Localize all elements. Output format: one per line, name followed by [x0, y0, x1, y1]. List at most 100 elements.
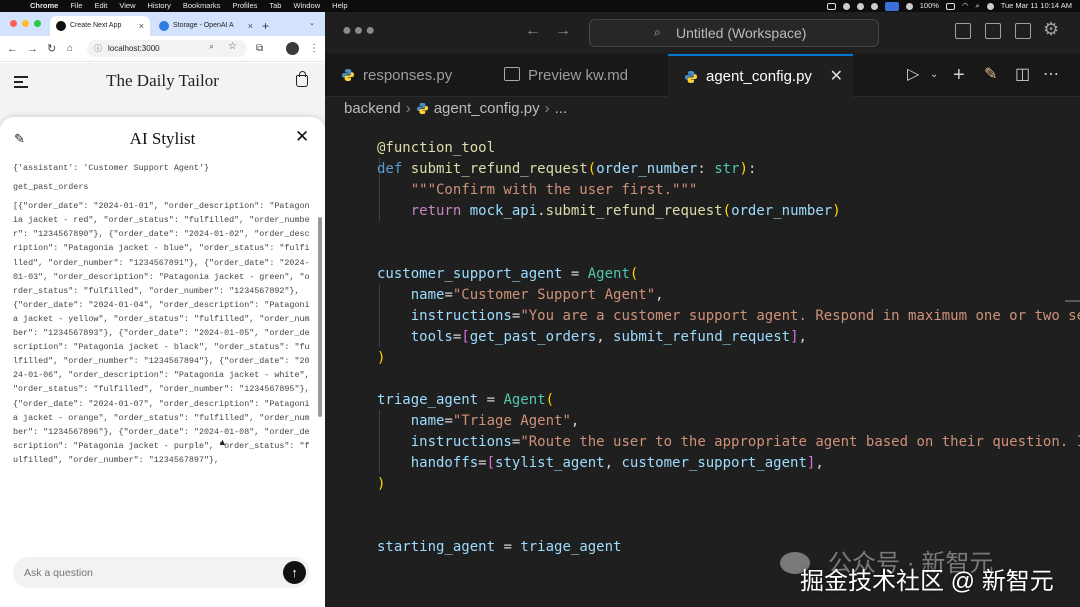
search-icon: ⌕ [654, 25, 661, 39]
status-icon[interactable] [842, 2, 850, 10]
tab-title: Create Next App [70, 22, 122, 29]
run-dropdown-chevron-icon[interactable]: ⌄ [930, 64, 938, 86]
python-file-icon [416, 102, 428, 115]
new-tab-button[interactable]: + [262, 17, 269, 35]
chat-message-tool-output: [{"order_date": "2024-01-01", "order_des… [13, 201, 315, 465]
bookmark-star-icon[interactable]: ☆ [228, 41, 237, 52]
status-icon[interactable] [826, 2, 836, 10]
vscode-window: ●●● ← → ⌕ Untitled (Workspace) ⚙ respons… [325, 12, 1080, 607]
reload-icon[interactable]: ↻ [47, 41, 56, 57]
highlight-pen-icon[interactable]: ✎ [984, 64, 997, 86]
tab-title: Storage - OpenAI A [173, 22, 234, 29]
chat-scrollbar[interactable] [318, 217, 322, 417]
new-chat-plus-icon[interactable]: + [953, 64, 965, 86]
menu-window[interactable]: Window [293, 0, 320, 12]
close-tab-icon[interactable]: × [139, 16, 144, 36]
minimize-window-button[interactable] [22, 20, 29, 27]
clock[interactable]: Tue Mar 11 10:14 AM [1001, 0, 1072, 12]
nextjs-favicon-icon [56, 21, 66, 31]
zoom-window-button[interactable] [34, 20, 41, 27]
toggle-panel-icon[interactable] [985, 23, 1001, 39]
run-python-file-icon[interactable]: ▷ [907, 64, 919, 86]
settings-gear-icon[interactable]: ⚙ [1043, 19, 1059, 40]
status-icon[interactable] [905, 2, 913, 10]
command-center[interactable]: ⌕ Untitled (Workspace) [589, 19, 879, 47]
browser-tab-create-next-app[interactable]: Create Next App × [50, 16, 150, 36]
close-tab-icon[interactable]: ✕ [830, 56, 843, 97]
workspace-label: Untitled (Workspace) [676, 25, 807, 41]
close-tab-icon[interactable]: × [248, 16, 253, 36]
openai-favicon-icon [159, 21, 169, 31]
breadcrumb-backend[interactable]: backend [344, 100, 401, 117]
nav-back-icon[interactable]: ← [525, 22, 541, 40]
close-chat-icon[interactable]: ✕ [295, 127, 309, 147]
site-info-icon[interactable]: ⓘ [94, 43, 102, 54]
battery-icon[interactable] [945, 2, 955, 10]
code-line: starting_agent = triage_agent [377, 539, 622, 555]
profile-avatar[interactable] [286, 42, 299, 55]
question-input[interactable] [24, 557, 274, 588]
menu-help[interactable]: Help [332, 0, 347, 12]
breadcrumb: backend › agent_config.py ›... [325, 97, 1080, 121]
code-line: instructions="Route the user to the appr… [410, 434, 1080, 450]
breadcrumb-symbol[interactable]: ... [555, 100, 568, 117]
code-line: return mock_api.submit_refund_request(or… [410, 203, 841, 219]
close-window-button[interactable] [10, 20, 17, 27]
question-input-box: ↑ [13, 557, 310, 588]
toggle-secondary-sidebar-icon[interactable] [1015, 23, 1031, 39]
browser-tab-storage[interactable]: Storage - OpenAI A × [153, 16, 259, 36]
status-icon[interactable] [856, 2, 864, 10]
status-area: 100% ◠ ⌕ Tue Mar 11 10:14 AM [826, 0, 1072, 12]
forward-icon[interactable]: → [27, 41, 38, 57]
chrome-menu-icon[interactable]: ⋮ [309, 41, 319, 57]
code-line: instructions="You are a customer support… [410, 308, 1080, 324]
code-editor[interactable]: @function_tool def submit_refund_request… [325, 124, 1080, 607]
web-page: The Daily Tailor ✎ AI Stylist ✕ {'assist… [0, 63, 325, 607]
menu-profiles[interactable]: Profiles [232, 0, 257, 12]
tab-search-chevron-icon[interactable]: ⌄ [305, 17, 319, 31]
tab-strip: Create Next App × Storage - OpenAI A × +… [0, 12, 325, 36]
wifi-icon[interactable]: ◠ [962, 0, 969, 12]
code-line: handoffs=[stylist_agent, customer_suppor… [410, 455, 824, 471]
vscode-titlebar: ●●● ← → ⌕ Untitled (Workspace) ⚙ [325, 12, 1080, 54]
spotlight-icon[interactable]: ⌕ [976, 0, 980, 12]
menu-view[interactable]: View [119, 0, 135, 12]
menu-edit[interactable]: Edit [94, 0, 107, 12]
chrome-window: Create Next App × Storage - OpenAI A × +… [0, 12, 325, 607]
home-icon[interactable]: ⌂ [67, 41, 73, 57]
status-icon[interactable] [870, 2, 878, 10]
menu-file[interactable]: File [70, 0, 82, 12]
menu-tab[interactable]: Tab [269, 0, 281, 12]
screen-share-icon[interactable] [884, 1, 899, 11]
back-icon[interactable]: ← [7, 41, 18, 57]
code-line: customer_support_agent = Agent( [377, 266, 639, 282]
window-controls[interactable]: ●●● [342, 22, 377, 40]
control-center-icon[interactable] [986, 2, 994, 10]
toggle-primary-sidebar-icon[interactable] [955, 23, 971, 39]
code-line: ) [377, 476, 386, 492]
url-text[interactable]: localhost:3000 [108, 40, 160, 57]
menu-app[interactable]: Chrome [30, 0, 58, 12]
menu-history[interactable]: History [148, 0, 171, 12]
send-button[interactable]: ↑ [283, 561, 306, 584]
address-bar[interactable]: ⓘ localhost:3000 ⌕ ☆ [87, 40, 247, 57]
chat-messages: {'assistant': 'Customer Support Agent'} … [13, 161, 313, 472]
tab-responses-py[interactable]: responses.py [325, 54, 490, 97]
markdown-preview-icon [504, 67, 520, 81]
tab-preview-kw-md[interactable]: Preview kw.md [490, 54, 668, 97]
editor-scrollbar-marker [1065, 300, 1080, 302]
tab-agent-config-py[interactable]: agent_config.py ✕ [668, 54, 853, 97]
split-editor-icon[interactable]: ◫ [1015, 64, 1030, 86]
extensions-icon[interactable]: ⧉ [256, 41, 263, 57]
menu-bookmarks[interactable]: Bookmarks [183, 0, 221, 12]
macos-menubar: Chrome File Edit View History Bookmarks … [0, 0, 1080, 12]
site-header: The Daily Tailor [0, 63, 325, 103]
more-actions-icon[interactable]: ⋯ [1043, 64, 1059, 86]
zoom-icon[interactable]: ⌕ [209, 41, 214, 52]
nav-forward-icon[interactable]: → [555, 22, 571, 40]
chat-message-tool-call: get_past_orders [13, 182, 89, 193]
breadcrumb-separator-icon: › [544, 100, 550, 117]
breadcrumb-file[interactable]: agent_config.py [434, 100, 540, 117]
python-file-icon [685, 71, 697, 83]
shopping-bag-icon[interactable] [296, 71, 308, 87]
